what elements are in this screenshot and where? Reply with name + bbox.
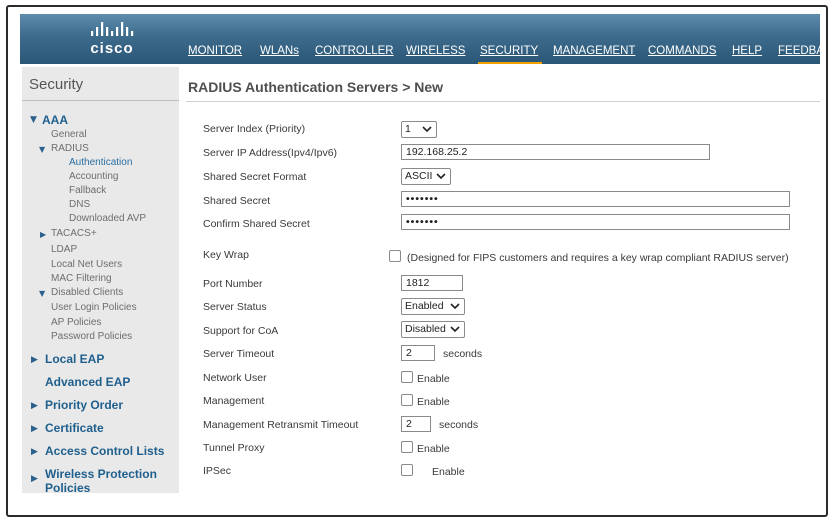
cisco-logo[interactable]: cisco — [82, 21, 142, 61]
nav-security[interactable]: SECURITY — [477, 45, 543, 64]
sidebar-item-wireless-protection-policies[interactable]: Policies — [45, 481, 90, 493]
sidebar-title: Security — [29, 76, 84, 93]
sidebar-item-aaa[interactable]: AAA — [42, 113, 68, 127]
mgmt-retransmit-input[interactable]: 2 — [401, 416, 431, 432]
server-timeout-label: Server Timeout — [203, 348, 275, 360]
page-title: RADIUS Authentication Servers > New — [188, 79, 444, 95]
tunnel-proxy-checkbox[interactable] — [401, 441, 413, 453]
ipsec-checkbox[interactable] — [401, 464, 413, 476]
network-user-label: Network User — [203, 372, 267, 384]
shared-secret-format-label: Shared Secret Format — [203, 171, 307, 183]
collapsed-arrow-icon[interactable]: ▶ — [40, 230, 46, 239]
nav-help[interactable]: HELP — [732, 45, 762, 57]
server-index-value: 1 — [405, 123, 411, 135]
sidebar-item-priority-order[interactable]: Priority Order — [45, 398, 123, 412]
collapsed-arrow-icon[interactable]: ▶ — [31, 474, 38, 484]
expanded-arrow-icon[interactable]: ▼ — [39, 289, 45, 298]
collapsed-arrow-icon[interactable]: ▶ — [31, 355, 38, 365]
server-ip-input[interactable]: 192.168.25.2 — [401, 144, 710, 160]
server-index-select[interactable]: 1 — [401, 121, 437, 138]
sidebar-item-accounting[interactable]: Accounting — [69, 171, 118, 182]
top-navigation-bar: cisco MONITOR WLANs CONTROLLER WIRELESS … — [20, 14, 820, 64]
nav-monitor[interactable]: MONITOR — [188, 45, 242, 57]
server-index-label: Server Index (Priority) — [203, 123, 306, 135]
server-timeout-unit: seconds — [443, 348, 483, 360]
main-content: RADIUS Authentication Servers > New Serv… — [186, 67, 820, 507]
title-divider — [186, 101, 820, 102]
support-coa-select[interactable]: Disabled — [401, 321, 465, 338]
sidebar-item-general[interactable]: General — [51, 129, 87, 140]
collapsed-arrow-icon[interactable]: ▶ — [31, 447, 38, 457]
sidebar-item-radius[interactable]: RADIUS — [51, 143, 89, 154]
key-wrap-note: (Designed for FIPS customers and require… — [407, 252, 789, 264]
sidebar-item-fallback[interactable]: Fallback — [69, 185, 106, 196]
shared-secret-label: Shared Secret — [203, 195, 271, 207]
ipsec-enable-label: Enable — [432, 466, 465, 478]
mgmt-retransmit-unit: seconds — [439, 419, 479, 431]
chevron-down-icon — [450, 326, 460, 333]
key-wrap-checkbox[interactable] — [389, 250, 401, 262]
sidebar-item-mac-filtering[interactable]: MAC Filtering — [51, 273, 112, 284]
sidebar-item-user-login-policies[interactable]: User Login Policies — [51, 302, 137, 313]
nav-management[interactable]: MANAGEMENT — [553, 45, 635, 57]
network-user-checkbox[interactable] — [401, 371, 413, 383]
expanded-arrow-icon[interactable]: ▼ — [39, 145, 45, 154]
nav-feedback[interactable]: FEEDBA — [778, 45, 820, 57]
sidebar-item-access-control-lists[interactable]: Access Control Lists — [45, 444, 164, 458]
sidebar-item-local-eap[interactable]: Local EAP — [45, 352, 104, 366]
mgmt-retransmit-label: Management Retransmit Timeout — [203, 419, 359, 431]
sidebar-item-wireless-protection[interactable]: Wireless Protection — [45, 467, 157, 481]
sidebar-divider — [22, 100, 179, 101]
tunnel-proxy-label: Tunnel Proxy — [203, 442, 265, 454]
server-status-label: Server Status — [203, 301, 267, 313]
management-checkbox[interactable] — [401, 394, 413, 406]
cisco-wordmark: cisco — [90, 40, 134, 57]
sidebar-item-authentication[interactable]: Authentication — [69, 157, 132, 168]
key-wrap-label: Key Wrap — [203, 249, 249, 261]
chevron-down-icon — [450, 303, 460, 310]
confirm-shared-secret-input[interactable]: ••••••• — [401, 214, 790, 230]
server-ip-label: Server IP Address(Ipv4/Ipv6) — [203, 147, 338, 159]
security-sidebar: Security ▼ AAA General ▼ RADIUS Authenti… — [22, 67, 179, 493]
shared-secret-input[interactable]: ••••••• — [401, 191, 790, 207]
management-label: Management — [203, 395, 265, 407]
tunnel-proxy-enable-label: Enable — [417, 443, 450, 455]
sidebar-item-certificate[interactable]: Certificate — [45, 421, 104, 435]
sidebar-item-dns[interactable]: DNS — [69, 199, 90, 210]
sidebar-item-downloaded-avp[interactable]: Downloaded AVP — [69, 213, 146, 224]
shared-secret-format-select[interactable]: ASCII — [401, 168, 451, 185]
collapsed-arrow-icon[interactable]: ▶ — [31, 401, 38, 411]
support-coa-label: Support for CoA — [203, 325, 279, 337]
sidebar-item-advanced-eap[interactable]: Advanced EAP — [45, 375, 130, 389]
sidebar-item-ldap[interactable]: LDAP — [51, 244, 77, 255]
network-user-enable-label: Enable — [417, 373, 450, 385]
management-enable-label: Enable — [417, 396, 450, 408]
nav-commands[interactable]: COMMANDS — [648, 45, 716, 57]
chevron-down-icon — [422, 126, 432, 133]
server-timeout-input[interactable]: 2 — [401, 345, 435, 361]
cisco-bars-icon — [91, 22, 134, 36]
sidebar-item-tacacs[interactable]: TACACS+ — [51, 228, 97, 239]
sidebar-item-disabled-clients[interactable]: Disabled Clients — [51, 287, 123, 298]
chevron-down-icon — [436, 173, 446, 180]
nav-wlans[interactable]: WLANs — [260, 45, 299, 57]
shared-secret-format-value: ASCII — [405, 170, 433, 182]
server-status-value: Enabled — [405, 300, 444, 312]
collapsed-arrow-icon[interactable]: ▶ — [31, 424, 38, 434]
nav-controller[interactable]: CONTROLLER — [315, 45, 394, 57]
sidebar-item-password-policies[interactable]: Password Policies — [51, 331, 132, 342]
server-status-select[interactable]: Enabled — [401, 298, 465, 315]
port-number-label: Port Number — [203, 278, 263, 290]
sidebar-item-ap-policies[interactable]: AP Policies — [51, 317, 101, 328]
expanded-arrow-icon[interactable]: ▼ — [30, 115, 37, 125]
confirm-shared-secret-label: Confirm Shared Secret — [203, 218, 310, 230]
support-coa-value: Disabled — [405, 323, 446, 335]
port-number-input[interactable]: 1812 — [401, 275, 463, 291]
sidebar-item-local-net-users[interactable]: Local Net Users — [51, 259, 122, 270]
ipsec-label: IPSec — [203, 465, 232, 477]
nav-wireless[interactable]: WIRELESS — [406, 45, 465, 57]
